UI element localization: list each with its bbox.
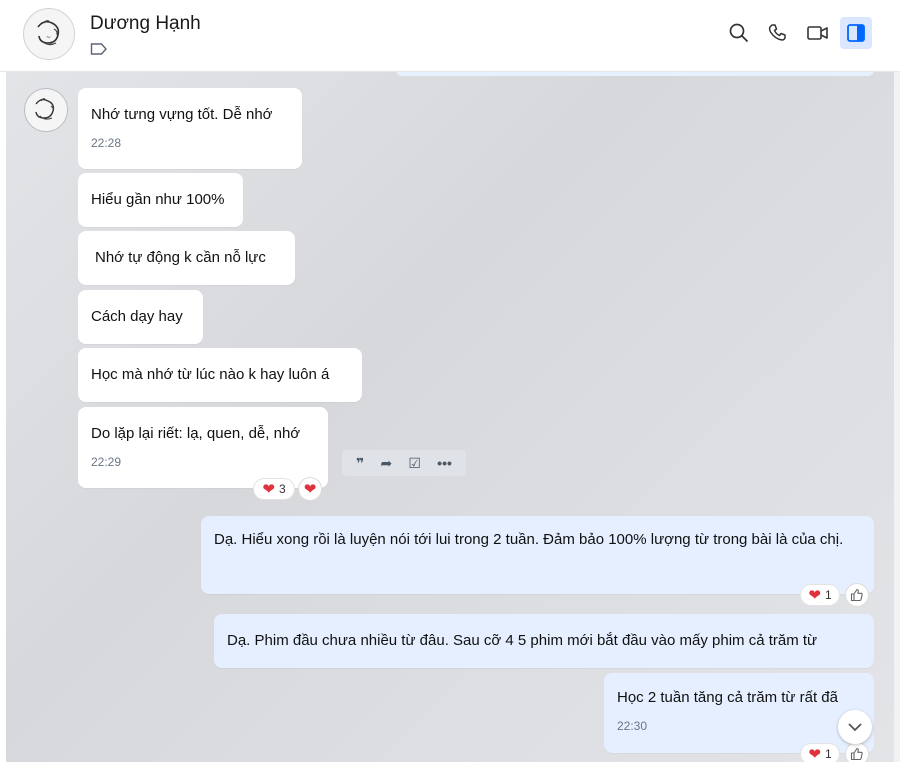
contact-name[interactable]: Dương Hạnh [90, 13, 201, 35]
contact-avatar[interactable]: ~ [23, 8, 75, 60]
heart-icon: ❤ [808, 745, 821, 762]
phone-icon[interactable] [765, 20, 791, 46]
message-bubble[interactable]: Do lặp lại riết: lạ, quen, dễ, nhớ 22:29 [78, 407, 328, 488]
message-bubble[interactable]: Nhớ tưng vựng tốt. Dễ nhớ 22:28 [78, 88, 302, 169]
reaction-summary[interactable]: ❤ 1 [801, 744, 839, 762]
like-button[interactable] [846, 743, 868, 762]
reaction-count: 1 [824, 747, 832, 761]
message-text: Nhớ tưng vựng tốt. Dễ nhớ [91, 106, 273, 123]
message-text: Do lặp lại riết: lạ, quen, dễ, nhớ [91, 425, 301, 442]
forward-icon[interactable]: ➦ [381, 455, 393, 472]
message-bubble[interactable]: Học mà nhớ từ lúc nào k hay luôn á [78, 348, 362, 402]
more-icon[interactable]: ••• [437, 455, 452, 471]
search-icon[interactable] [726, 20, 752, 46]
reaction-summary[interactable]: ❤ 1 [801, 585, 839, 605]
message-text: Hiểu gần như 100% [91, 191, 225, 208]
quote-icon[interactable]: ❞ [356, 455, 364, 472]
tag-icon[interactable] [90, 42, 108, 56]
message-text: Cách dạy hay [91, 308, 183, 325]
message-time: 22:29 [91, 455, 122, 469]
reaction-summary[interactable]: ❤ 3 [254, 479, 294, 499]
scrollbar[interactable] [894, 72, 900, 762]
message-text: Học mà nhớ từ lúc nào k hay luôn á [91, 366, 330, 383]
my-message-bubble[interactable]: Học 2 tuần tăng cả trăm từ rất đã 22:30 [604, 673, 874, 753]
reaction-count: 3 [278, 482, 286, 496]
heart-icon: ❤ [808, 586, 821, 604]
message-bubble[interactable]: Hiểu gần như 100% [78, 173, 243, 227]
thumbs-up-icon [850, 747, 863, 761]
sidebar-toggle-icon[interactable] [840, 17, 872, 49]
heart-icon: ❤ [303, 480, 317, 498]
svg-text:~: ~ [46, 34, 51, 41]
previous-message-edge [396, 72, 874, 76]
my-message-bubble[interactable]: Dạ. Hiểu xong rồi là luyện nói tới lui t… [201, 516, 874, 594]
message-list[interactable]: Nhớ tưng vựng tốt. Dễ nhớ 22:28 Hiểu gần… [6, 72, 894, 762]
message-text: Học 2 tuần tăng cả trăm từ rất đã [617, 689, 838, 706]
reaction-count: 1 [824, 588, 832, 602]
message-actions-bar: ❞ ➦ ☑ ••• [342, 450, 466, 476]
message-text: Dạ. Phim đầu chưa nhiều từ đâu. Sau cỡ 4… [227, 632, 818, 649]
chat-header: ~ Dương Hạnh [0, 0, 900, 72]
like-button[interactable] [846, 584, 868, 606]
heart-icon: ❤ [262, 480, 275, 498]
scroll-to-bottom-button[interactable] [838, 710, 872, 744]
react-heart-button[interactable]: ❤ [299, 478, 321, 500]
video-call-icon[interactable] [805, 20, 831, 46]
message-text: Dạ. Hiểu xong rồi là luyện nói tới lui t… [214, 531, 844, 548]
message-bubble[interactable]: Nhớ tự động k cần nỗ lực [78, 231, 295, 285]
message-bubble[interactable]: Cách dạy hay [78, 290, 203, 344]
sender-avatar[interactable] [24, 88, 68, 132]
message-time: 22:30 [617, 719, 648, 733]
chevron-down-icon [848, 723, 862, 732]
message-time: 22:28 [91, 136, 122, 150]
my-message-bubble[interactable]: Dạ. Phim đầu chưa nhiều từ đâu. Sau cỡ 4… [214, 614, 874, 668]
message-text: Nhớ tự động k cần nỗ lực [95, 249, 266, 266]
task-icon[interactable]: ☑ [408, 455, 421, 472]
thumbs-up-icon [850, 588, 863, 602]
